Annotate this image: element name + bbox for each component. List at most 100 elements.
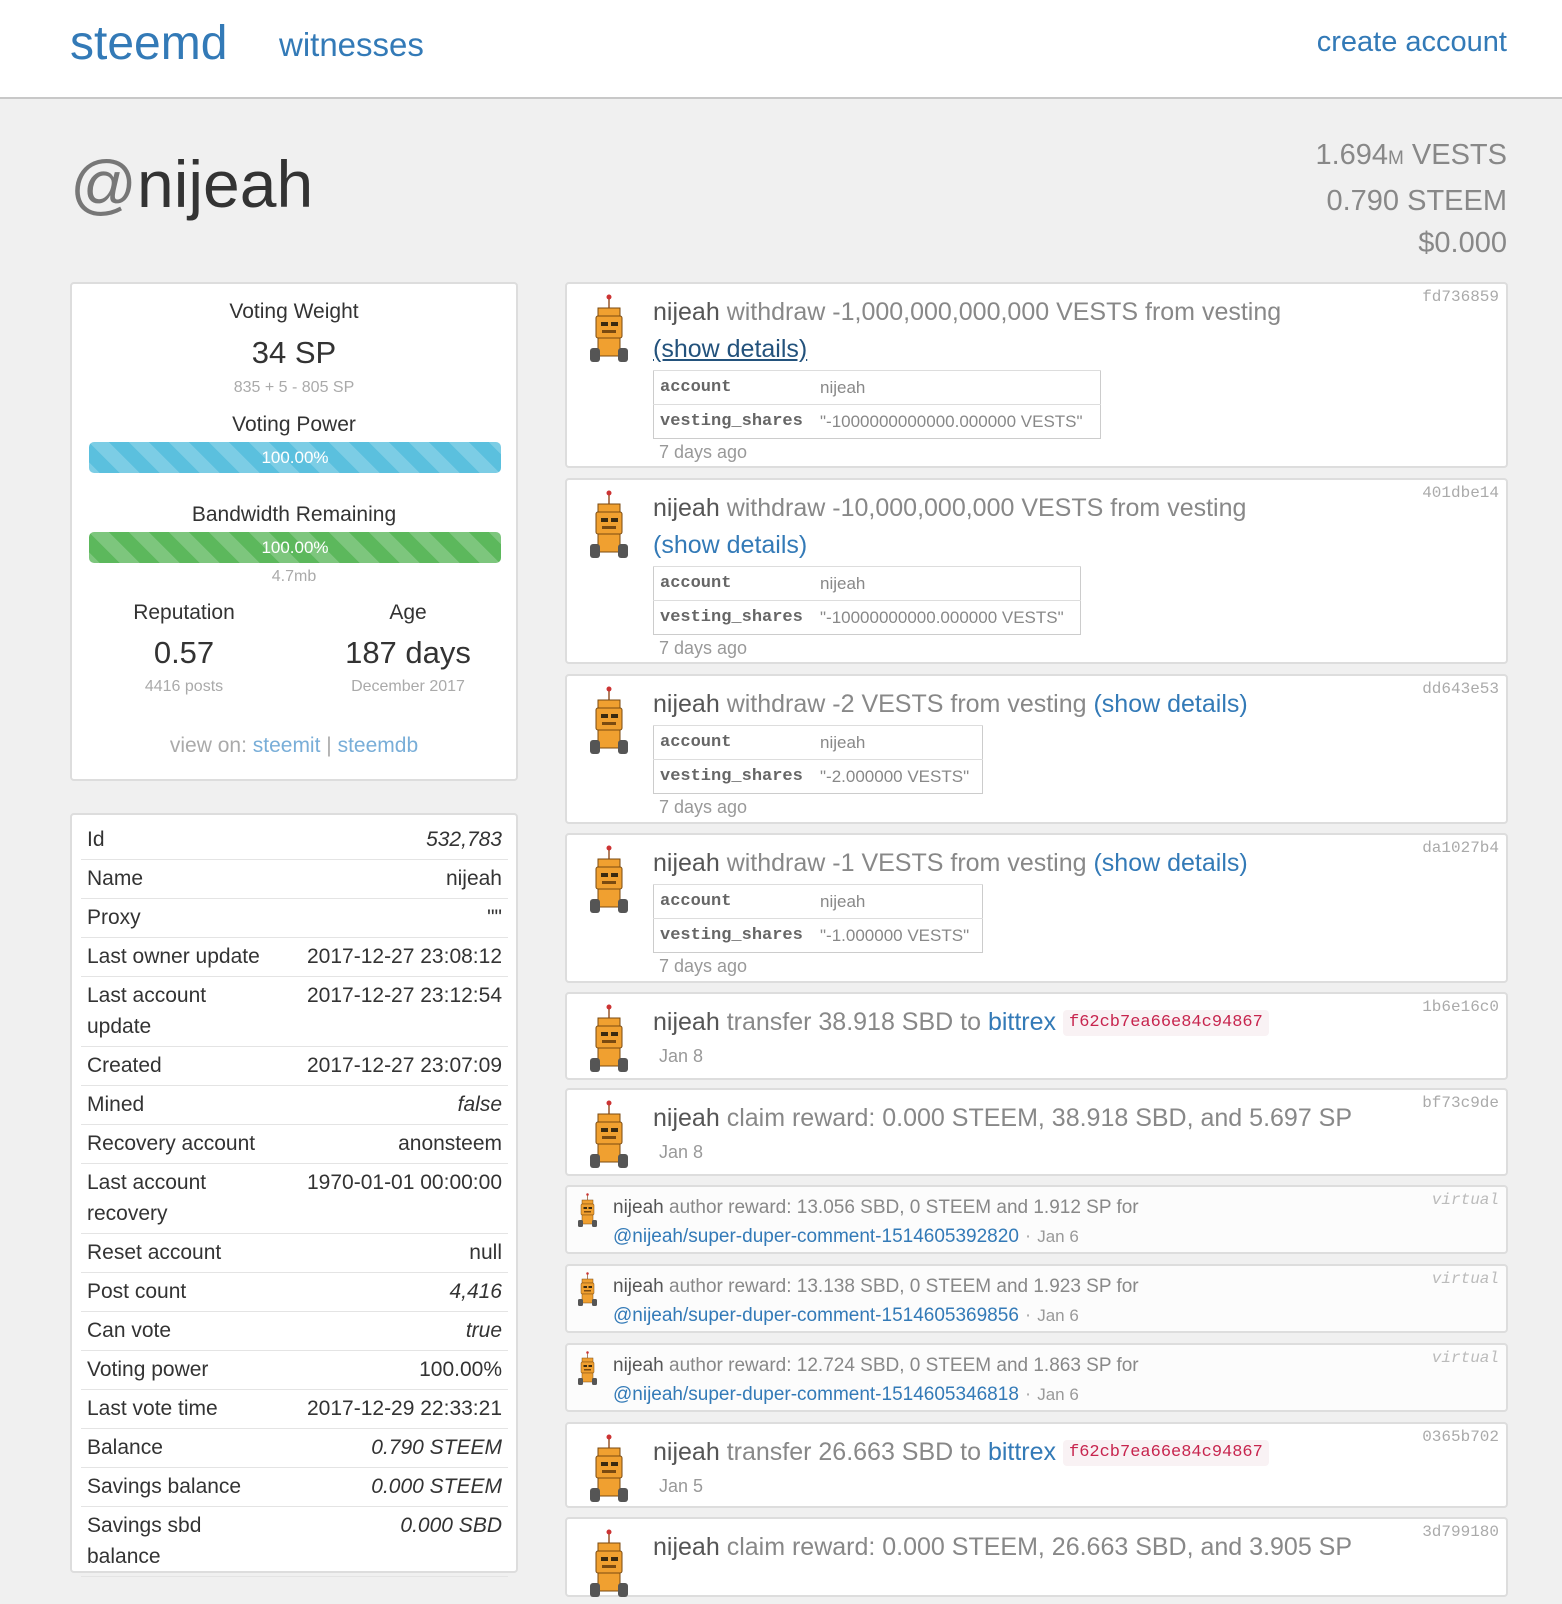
operation-withdraw: fd736859 nijeah withdraw -1,000,000,000,… (565, 282, 1508, 468)
property-row: Mined false (81, 1086, 508, 1125)
property-value: 2017-12-27 23:08:12 (307, 945, 502, 968)
separator: · (1024, 1305, 1032, 1326)
show-details-link[interactable]: (show details) (653, 531, 807, 559)
property-key: Last account recovery (87, 1171, 207, 1225)
operation-time: 7 days ago (659, 638, 748, 658)
property-key: Can vote (87, 1319, 172, 1342)
account-link[interactable]: nijeah (653, 1008, 720, 1036)
detail-value: "-2.000000 VESTS" (814, 759, 983, 794)
separator: | (326, 734, 332, 757)
separator: · (1024, 1384, 1032, 1405)
voting-power-text: 100.00% (261, 448, 329, 467)
tx-hash[interactable]: dd643e53 (1422, 680, 1499, 698)
property-value: false (457, 1093, 502, 1116)
robot-avatar-icon[interactable] (588, 686, 630, 761)
account-link[interactable]: nijeah (653, 849, 720, 877)
property-value: 1970-01-01 00:00:00 (307, 1171, 502, 1194)
nav-create-account-link[interactable]: create account (1317, 26, 1507, 59)
account-link[interactable]: nijeah (613, 1276, 664, 1297)
account-link[interactable]: nijeah (653, 298, 720, 326)
property-key: Id (87, 828, 105, 851)
robot-avatar-icon[interactable] (588, 1100, 630, 1175)
operation-claim-reward: bf73c9de nijeah claim reward: 0.000 STEE… (565, 1088, 1508, 1176)
robot-avatar-icon[interactable] (588, 1529, 630, 1604)
account-link[interactable]: nijeah (653, 494, 720, 522)
detail-key: account (653, 566, 814, 601)
detail-value: nijeah (814, 884, 983, 919)
operation-time: Jan 8 (659, 1142, 704, 1162)
details-table: account nijeah vesting_shares "-1000000000… (653, 566, 1081, 635)
detail-key: vesting_shares (653, 759, 814, 794)
post-permlink[interactable]: @nijeah/super-duper-comment-151460536985… (613, 1305, 1019, 1326)
memo-code: f62cb7ea66e84c94867 (1063, 1440, 1269, 1467)
operation-text: nijeah withdraw -1 VESTS from vesting (s… (653, 849, 1248, 877)
operation-time: Jan 6 (1037, 1227, 1079, 1246)
account-link[interactable]: nijeah (613, 1197, 664, 1218)
property-value: 532,783 (426, 828, 502, 851)
property-row: Reset account null (81, 1234, 508, 1273)
tx-hash[interactable]: bf73c9de (1422, 1094, 1499, 1112)
brand-link[interactable]: steemd (70, 16, 227, 71)
show-details-link[interactable]: (show details) (653, 335, 807, 363)
post-permlink[interactable]: @nijeah/super-duper-comment-151460539282… (613, 1226, 1019, 1247)
recipient-link[interactable]: bittrex (988, 1008, 1056, 1036)
account-link[interactable]: nijeah (653, 1104, 720, 1132)
operation-text: nijeah transfer 38.918 SBD to bittrex f6… (653, 1004, 1269, 1041)
property-key: Recovery account (87, 1132, 256, 1155)
property-value: anonsteem (398, 1132, 502, 1155)
robot-avatar-icon[interactable] (588, 1004, 630, 1079)
robot-avatar-icon[interactable] (577, 1351, 598, 1391)
robot-avatar-icon[interactable] (588, 1434, 630, 1509)
show-details-link[interactable]: (show details) (1093, 690, 1247, 718)
age-value: 187 days (345, 635, 471, 670)
tx-hash[interactable]: da1027b4 (1422, 839, 1499, 857)
operation-claim-reward: 3d799180 nijeah claim reward: 0.000 STEE… (565, 1517, 1508, 1597)
property-row: Last owner update 2017-12-27 23:08:12 (81, 938, 508, 977)
page-title: @nijeah (70, 146, 313, 222)
account-totals: 1.694M VESTS 0.790 STEEM $0.000 (1315, 134, 1507, 264)
account-link[interactable]: nijeah (653, 1533, 720, 1561)
robot-avatar-icon[interactable] (588, 845, 630, 920)
steemit-link[interactable]: steemit (253, 734, 321, 757)
robot-avatar-icon[interactable] (588, 490, 630, 565)
post-permlink[interactable]: @nijeah/super-duper-comment-151460534681… (613, 1384, 1019, 1405)
property-row: Post count 4,416 (81, 1273, 508, 1312)
view-on: view on: steemit | steemdb (72, 734, 516, 758)
tx-hash[interactable]: 0365b702 (1422, 1428, 1499, 1446)
property-value: 4,416 (449, 1280, 502, 1303)
operation-time: Jan 5 (659, 1476, 704, 1496)
account-link[interactable]: nijeah (653, 690, 720, 718)
tx-hash[interactable]: fd736859 (1422, 288, 1499, 306)
show-details-link[interactable]: (show details) (1093, 849, 1247, 877)
age-label: Age (389, 601, 427, 624)
account-link[interactable]: nijeah (653, 1438, 720, 1466)
operation-withdraw: dd643e53 nijeah withdraw -2 VESTS from v… (565, 674, 1508, 824)
property-key: Savings balance (87, 1475, 242, 1498)
stats-panel: Voting Weight 34 SP 835 + 5 - 805 SP Vot… (70, 282, 518, 781)
property-key: Balance (87, 1436, 163, 1459)
view-on-label: view on: (169, 734, 247, 757)
robot-avatar-icon[interactable] (577, 1272, 598, 1312)
robot-avatar-icon[interactable] (577, 1193, 598, 1233)
account-link[interactable]: nijeah (613, 1355, 664, 1376)
details-table: account nijeah vesting_shares "-1.000000 V… (653, 884, 983, 953)
robot-avatar-icon[interactable] (588, 294, 630, 369)
details-table: account nijeah vesting_shares "-2.000000 V… (653, 725, 983, 794)
property-key: Post count (87, 1280, 187, 1303)
reputation-label: Reputation (133, 601, 235, 624)
steemdb-link[interactable]: steemdb (338, 734, 419, 757)
tx-hash[interactable]: 401dbe14 (1422, 484, 1499, 502)
nav-witnesses-link[interactable]: witnesses (279, 26, 424, 64)
property-value: "" (487, 906, 502, 929)
tx-hash[interactable]: 3d799180 (1422, 1523, 1499, 1541)
bandwidth-label: Bandwidth Remaining (191, 503, 397, 526)
at-sign: @ (70, 147, 137, 221)
property-key: Proxy (87, 906, 141, 929)
property-row: Last account update 2017-12-27 23:12:54 (81, 977, 508, 1047)
property-key: Reset account (87, 1241, 222, 1264)
property-value: 0.790 STEEM (371, 1436, 502, 1459)
property-row: Can vote true (81, 1312, 508, 1351)
tx-hash[interactable]: 1b6e16c0 (1422, 998, 1499, 1016)
detail-key: account (653, 884, 814, 919)
recipient-link[interactable]: bittrex (988, 1438, 1056, 1466)
